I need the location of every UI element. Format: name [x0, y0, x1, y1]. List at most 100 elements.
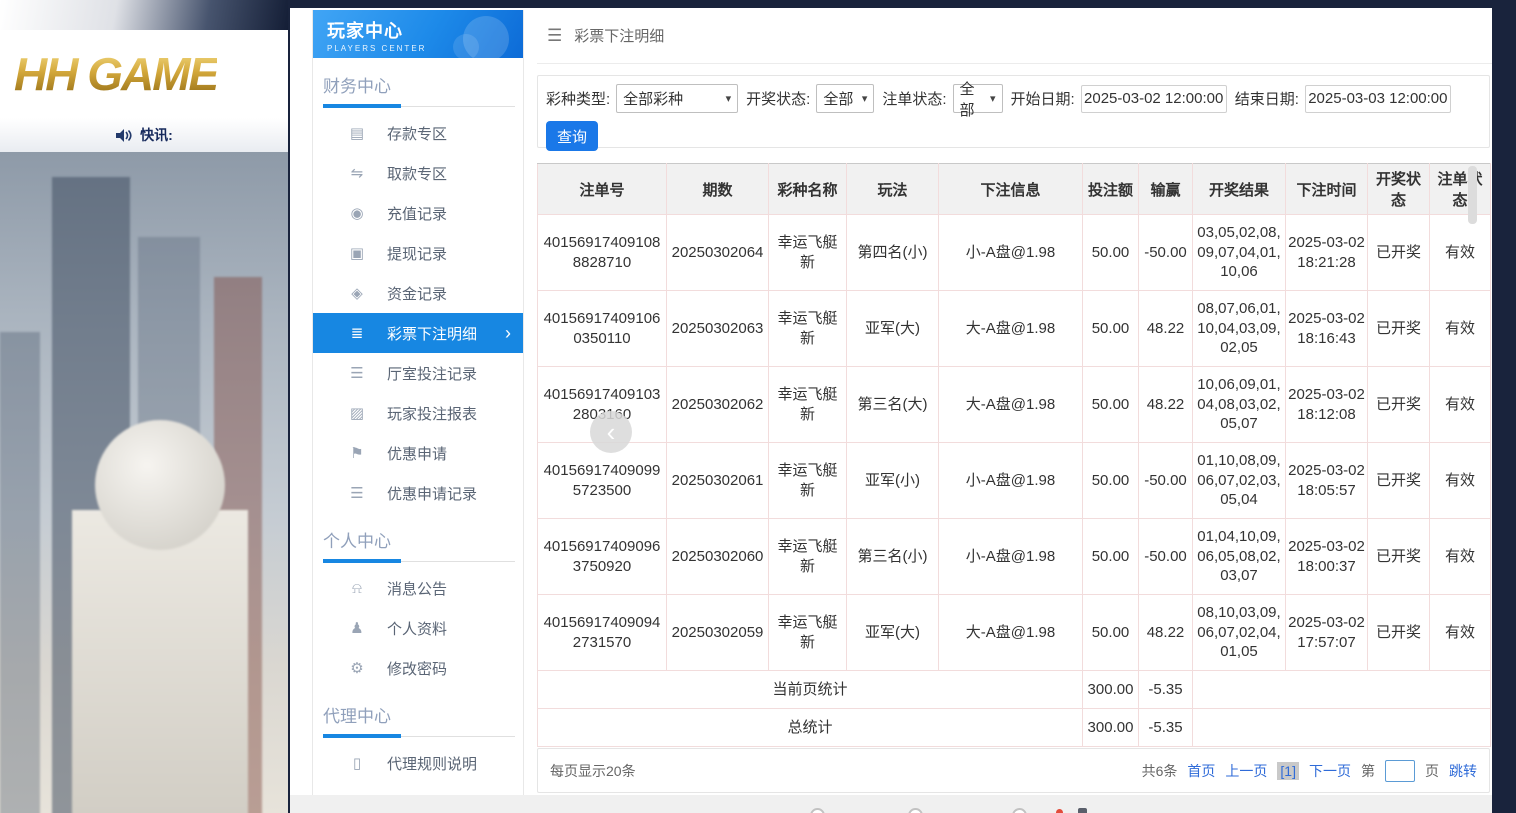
vertical-scrollbar[interactable]: [1468, 166, 1477, 224]
table-cell: 已开奖: [1368, 367, 1430, 443]
jump-suffix: 页: [1425, 761, 1439, 781]
table-cell: 20250302062: [667, 367, 769, 443]
table-row: 40156917409108882871020250302064幸运飞艇新第四名…: [538, 215, 1491, 291]
sidebar-item-recharge-record[interactable]: ◉充值记录: [313, 193, 523, 233]
column-header: 输赢: [1139, 164, 1193, 215]
sidebar-item-change-password[interactable]: ⚙修改密码: [313, 648, 523, 688]
background-site-strip: HH GAME 快讯:: [0, 0, 288, 813]
bottom-footer-strip: [290, 795, 1492, 813]
section-divider: [323, 103, 515, 111]
sidebar-item-message-notice[interactable]: ⍾消息公告: [313, 568, 523, 608]
table-cell: 01,10,08,09,06,07,02,03,05,04: [1193, 443, 1286, 519]
first-page-link[interactable]: 首页: [1187, 761, 1215, 781]
sidebar-item-promo-apply[interactable]: ⚑优惠申请: [313, 433, 523, 473]
draw-status-select[interactable]: 全部 ▾: [816, 84, 874, 113]
gift-icon: ⚑: [347, 444, 367, 462]
end-date-label: 结束日期:: [1235, 88, 1299, 109]
sidebar-item-funds-record[interactable]: ◈ 资金记录: [313, 273, 523, 313]
sidebar-item-label: 资金记录: [387, 283, 447, 304]
sidebar-item-withdraw-zone[interactable]: ⇋ 取款专区: [313, 153, 523, 193]
column-header: 期数: [667, 164, 769, 215]
section-divider: [323, 733, 515, 741]
hamburger-icon[interactable]: ☰: [547, 26, 562, 46]
table-cell: 2025-03-02 18:21:28: [1286, 215, 1368, 291]
summary-winloss-total: -5.35: [1139, 671, 1193, 709]
total-count-text: 共6条: [1142, 761, 1178, 781]
sidebar-item-hall-bet-record[interactable]: ☰厅室投注记录: [313, 353, 523, 393]
start-date-label: 开始日期:: [1011, 88, 1075, 109]
table-cell: 20250302059: [667, 595, 769, 671]
table-cell: 幸运飞艇新: [769, 291, 847, 367]
sidebar-item-profile[interactable]: ♟个人资料: [313, 608, 523, 648]
start-date-input[interactable]: 2025-03-02 12:00:00: [1081, 85, 1227, 113]
lottery-type-select[interactable]: 全部彩种 ▾: [616, 84, 738, 113]
summary-empty: [1193, 709, 1491, 747]
footer-icon: [1078, 808, 1087, 813]
sidebar-item-label: 取款专区: [387, 163, 447, 184]
gear-icon: ⚙: [347, 659, 367, 677]
prev-page-link[interactable]: 上一页: [1225, 761, 1267, 781]
summary-empty: [1193, 671, 1491, 709]
section-title: 个人中心: [323, 527, 523, 552]
next-page-link[interactable]: 下一页: [1309, 761, 1351, 781]
sidebar-item-label: 玩家投注报表: [387, 403, 477, 424]
table-cell: 20250302063: [667, 291, 769, 367]
jump-button[interactable]: 跳转: [1449, 761, 1477, 781]
sidebar-item-deposit-zone[interactable]: ▤存款专区: [313, 113, 523, 153]
summary-row: 当前页统计300.00-5.35: [538, 671, 1491, 709]
section-divider: [323, 558, 515, 566]
table-cell: 20250302061: [667, 443, 769, 519]
chevron-right-icon: ›: [505, 323, 511, 344]
sidebar-item-agent-rules[interactable]: ▯代理规则说明: [313, 743, 523, 783]
table-cell: 已开奖: [1368, 519, 1430, 595]
sidebar-subtitle: PLAYERS CENTER: [327, 44, 523, 53]
sidebar-item-agent-team-stats[interactable]: ▥代理团队统计: [313, 783, 523, 795]
funds-icon: ◈: [347, 284, 367, 302]
user-icon: ♟: [347, 619, 367, 637]
collapse-left-arrow[interactable]: ‹: [590, 411, 632, 453]
page-title: 彩票下注明细: [574, 25, 664, 46]
dropdown-caret-icon: ▾: [726, 92, 732, 105]
section-title: 代理中心: [323, 702, 523, 727]
dropdown-caret-icon: ▾: [862, 92, 868, 105]
column-header: 注单状态: [1430, 164, 1491, 215]
list-icon: ☰: [347, 484, 367, 502]
table-cell: 2025-03-02 18:00:37: [1286, 519, 1368, 595]
sidebar-item-promo-apply-record[interactable]: ☰优惠申请记录: [313, 473, 523, 513]
table-body: 40156917409108882871020250302064幸运飞艇新第四名…: [538, 215, 1491, 747]
jump-page-input[interactable]: [1385, 760, 1415, 782]
sidebar-item-withdraw-record[interactable]: ▣提现记录: [313, 233, 523, 273]
current-page-indicator: [1]: [1277, 762, 1299, 780]
footer-icon: [810, 808, 825, 813]
sidebar-item-label: 存款专区: [387, 123, 447, 144]
table-cell: -50.00: [1139, 519, 1193, 595]
filter-card: 彩种类型: 全部彩种 ▾ 开奖状态: 全部 ▾ 注单状态: 全部 ▾ 开始日期:…: [537, 75, 1490, 148]
news-label: 快讯:: [140, 125, 173, 145]
table-cell: 01,04,10,09,06,05,08,02,03,07: [1193, 519, 1286, 595]
table-row: 40156917409096375092020250302060幸运飞艇新第三名…: [538, 519, 1491, 595]
summary-label: 当前页统计: [538, 671, 1083, 709]
table-cell: 2025-03-02 18:16:43: [1286, 291, 1368, 367]
bet-status-select[interactable]: 全部 ▾: [953, 84, 1003, 113]
sidebar-item-label: 彩票下注明细: [387, 323, 477, 344]
table-cell: 幸运飞艇新: [769, 519, 847, 595]
search-button[interactable]: 查询: [546, 121, 598, 151]
column-header: 彩种名称: [769, 164, 847, 215]
table-cell: 有效: [1430, 215, 1491, 291]
table-cell: 50.00: [1083, 291, 1139, 367]
table-cell: 48.22: [1139, 291, 1193, 367]
jump-prefix: 第: [1361, 761, 1375, 781]
table-cell: 50.00: [1083, 367, 1139, 443]
end-date-input[interactable]: 2025-03-03 12:00:00: [1305, 85, 1451, 113]
brand-logo: HH GAME: [14, 47, 217, 101]
hand-icon: ⇋: [347, 164, 367, 182]
sidebar-item-label: 消息公告: [387, 578, 447, 599]
dropdown-caret-icon: ▾: [990, 92, 996, 105]
bets-table: 注单号期数彩种名称玩法下注信息投注额输赢开奖结果下注时间开奖状态注单状态 401…: [537, 163, 1491, 747]
sidebar-item-lottery-bet-detail[interactable]: ≣彩票下注明细›: [313, 313, 523, 353]
sidebar-item-player-bet-report[interactable]: ▨玩家投注报表: [313, 393, 523, 433]
table-cell: 幸运飞艇新: [769, 367, 847, 443]
table-cell: 小-A盘@1.98: [939, 519, 1083, 595]
main-frame: 玩家中心 PLAYERS CENTER 财务中心▤存款专区⇋取款专区◉充值记录▣…: [290, 8, 1492, 795]
table-cell: 小-A盘@1.98: [939, 215, 1083, 291]
